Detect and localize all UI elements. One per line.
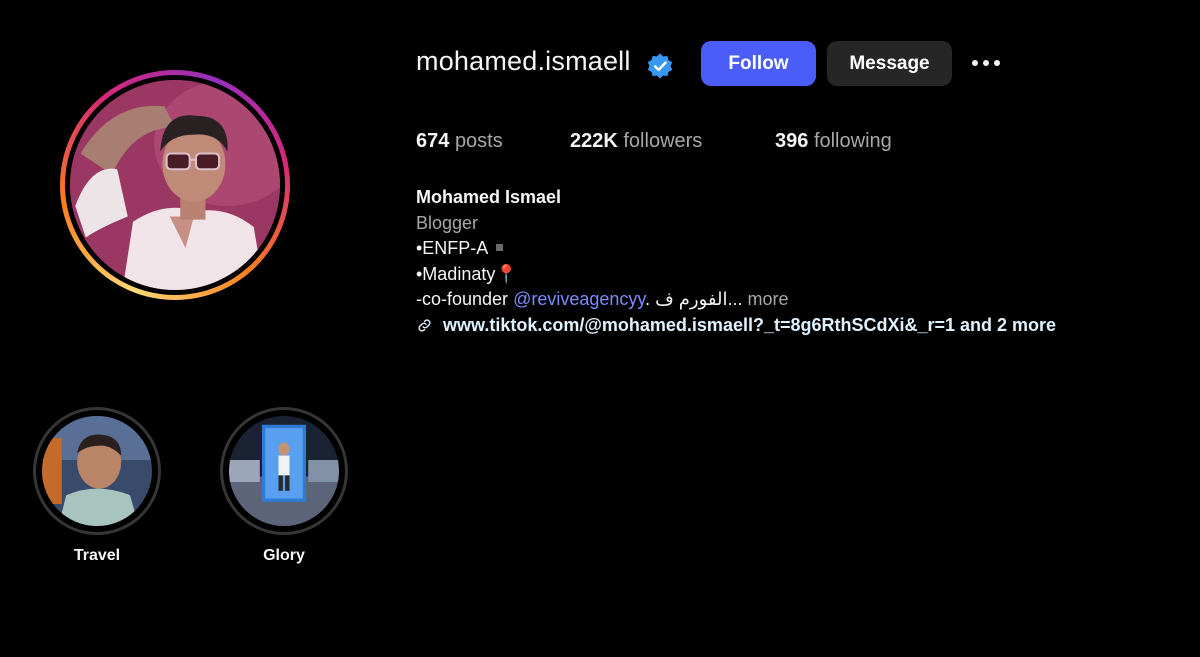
- profile-username: mohamed.ismaell: [416, 46, 631, 76]
- bio-line-3-prefix: -co-founder: [416, 289, 514, 309]
- following-stat[interactable]: 396 following: [775, 130, 892, 153]
- dot: [994, 60, 1000, 66]
- highlight-travel[interactable]: Travel: [33, 407, 161, 565]
- posts-stat: 674 posts: [416, 130, 503, 153]
- category-label: Blogger: [416, 212, 479, 233]
- verified-badge-icon: [647, 53, 673, 79]
- bio-line-1: •ENFP-A: [416, 236, 1056, 262]
- following-count: 396: [775, 130, 809, 152]
- pin-emoji: 📍: [495, 263, 518, 284]
- highlight-cover-image: [229, 416, 339, 526]
- bio-line-3: -co-founder @reviveagencyy. الفورم ف... …: [416, 287, 1056, 313]
- square-icon: [496, 244, 504, 251]
- highlight-ring: [33, 407, 161, 535]
- dot: [983, 60, 989, 66]
- posts-label: posts: [454, 130, 503, 152]
- highlight-glory[interactable]: Glory: [220, 407, 348, 565]
- full-name: Mohamed Ismael: [416, 187, 562, 207]
- posts-count: 674: [416, 130, 450, 152]
- bio-line-2-text: •Madinaty: [416, 263, 496, 284]
- bio-line-1-text: •ENFP-A: [416, 238, 489, 258]
- message-button[interactable]: Message: [827, 41, 952, 86]
- external-link-text: www.tiktok.com/@mohamed.ismaell?_t=8g6Rt…: [443, 314, 1057, 335]
- highlight-cover-image: [42, 416, 152, 526]
- highlight-ring: [220, 407, 348, 535]
- more-options-icon[interactable]: [968, 49, 1004, 77]
- highlight-label: Travel: [73, 547, 121, 564]
- profile-bio: Mohamed Ismael Blogger •ENFP-A •Madinaty…: [416, 185, 1056, 338]
- follow-button[interactable]: Follow: [701, 41, 816, 86]
- dot: [972, 60, 978, 66]
- avatar[interactable]: [70, 80, 280, 290]
- highlight-cover: [229, 416, 339, 526]
- external-link[interactable]: www.tiktok.com/@mohamed.ismaell?_t=8g6Rt…: [416, 313, 1056, 339]
- highlight-cover: [42, 416, 152, 526]
- followers-stat[interactable]: 222K followers: [570, 130, 702, 153]
- bio-line-2: •Madinaty📍: [416, 262, 1056, 288]
- highlight-label: Glory: [263, 547, 305, 564]
- bio-line-3-suffix: . الفورم ف...: [645, 289, 743, 309]
- profile-avatar-story-ring[interactable]: [60, 70, 290, 300]
- profile-page: mohamed.ismaell Follow Message 674 posts…: [0, 0, 1200, 657]
- following-label: following: [813, 130, 892, 152]
- avatar-illustration: [70, 80, 280, 290]
- avatar-gap: [65, 75, 285, 295]
- bio-more-button[interactable]: more: [742, 289, 788, 309]
- link-icon: [418, 319, 431, 332]
- followers-label: followers: [623, 130, 703, 152]
- mention-link[interactable]: @reviveagencyy: [513, 289, 645, 309]
- followers-count: 222K: [570, 130, 618, 152]
